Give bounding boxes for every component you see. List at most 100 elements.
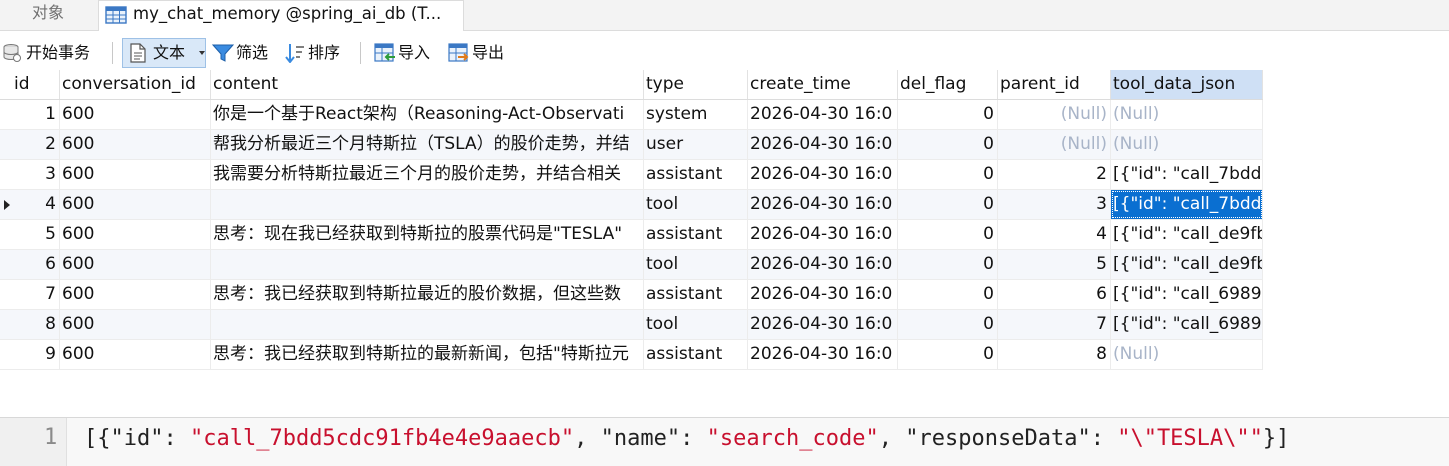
cell-create-time[interactable]: 2026-04-30 16:0 xyxy=(748,190,898,219)
cell-id[interactable]: 4 xyxy=(12,190,60,219)
cell-del-flag[interactable]: 0 xyxy=(898,340,998,369)
cell-tool-data-json[interactable]: (Null) xyxy=(1111,130,1263,159)
cell-tool-data-json[interactable]: (Null) xyxy=(1111,100,1263,129)
cell-tool-data-json[interactable]: [{"id": "call_7bdd xyxy=(1111,160,1263,189)
cell-parent-id[interactable]: 8 xyxy=(998,340,1111,369)
cell-create-time[interactable]: 2026-04-30 16:0 xyxy=(748,340,898,369)
cell-type[interactable]: assistant xyxy=(644,160,748,189)
editor-code-line[interactable]: [{"id": "call_7bdd5cdc91fb4e4e9aaecb", "… xyxy=(84,424,1289,454)
cell-content[interactable]: 帮我分析最近三个月特斯拉（TSLA）的股价走势，并结 xyxy=(211,130,644,159)
cell-conversation-id[interactable]: 600 xyxy=(60,220,211,249)
cell-type[interactable]: user xyxy=(644,130,748,159)
cell-parent-id[interactable]: (Null) xyxy=(998,100,1111,129)
cell-del-flag[interactable]: 0 xyxy=(898,100,998,129)
cell-del-flag[interactable]: 0 xyxy=(898,190,998,219)
cell-conversation-id[interactable]: 600 xyxy=(60,250,211,279)
cell-type[interactable]: assistant xyxy=(644,220,748,249)
cell-type[interactable]: tool xyxy=(644,190,748,219)
cell-create-time[interactable]: 2026-04-30 16:0 xyxy=(748,250,898,279)
column-header-tool-data-json[interactable]: tool_data_json xyxy=(1111,70,1263,99)
cell-del-flag[interactable]: 0 xyxy=(898,160,998,189)
cell-conversation-id[interactable]: 600 xyxy=(60,130,211,159)
cell-tool-data-json[interactable]: [{"id": "call_7bdd xyxy=(1111,190,1263,219)
filter-button[interactable]: 筛选 xyxy=(212,40,278,66)
cell-id[interactable]: 9 xyxy=(12,340,60,369)
column-header-type[interactable]: type xyxy=(644,70,748,99)
tab-objects[interactable]: 对象 xyxy=(0,0,96,30)
cell-create-time[interactable]: 2026-04-30 16:0 xyxy=(748,160,898,189)
cell-content[interactable]: 思考：现在我已经获取到特斯拉的股票代码是"TESLA" xyxy=(211,220,644,249)
cell-create-time[interactable]: 2026-04-30 16:0 xyxy=(748,130,898,159)
table-row[interactable]: 7 600 思考：我已经获取到特斯拉最近的股价数据，但这些数 assistant 202… xyxy=(0,280,1263,310)
tab-table-my-chat-memory[interactable]: my_chat_memory @spring_ai_db (T... xyxy=(98,0,464,31)
cell-content[interactable] xyxy=(211,310,644,339)
cell-conversation-id[interactable]: 600 xyxy=(60,190,211,219)
table-row[interactable]: 9 600 思考：我已经获取到特斯拉的最新新闻，包括"特斯拉元 assistant 20… xyxy=(0,340,1263,370)
cell-create-time[interactable]: 2026-04-30 16:0 xyxy=(748,280,898,309)
cell-parent-id[interactable]: 4 xyxy=(998,220,1111,249)
cell-parent-id[interactable]: 6 xyxy=(998,280,1111,309)
cell-id[interactable]: 8 xyxy=(12,310,60,339)
cell-create-time[interactable]: 2026-04-30 16:0 xyxy=(748,100,898,129)
table-row[interactable]: 5 600 思考：现在我已经获取到特斯拉的股票代码是"TESLA" assistant… xyxy=(0,220,1263,250)
table-row[interactable]: 6 600 tool 2026-04-30 16:0 0 5 [{"id": "call_d… xyxy=(0,250,1263,280)
cell-parent-id[interactable]: 7 xyxy=(998,310,1111,339)
cell-del-flag[interactable]: 0 xyxy=(898,280,998,309)
column-header-content[interactable]: content xyxy=(211,70,644,99)
cell-create-time[interactable]: 2026-04-30 16:0 xyxy=(748,220,898,249)
cell-create-time[interactable]: 2026-04-30 16:0 xyxy=(748,310,898,339)
sort-button[interactable]: 排序 xyxy=(284,40,350,66)
export-button[interactable]: 导出 xyxy=(448,40,514,66)
column-header-parent-id[interactable]: parent_id xyxy=(998,70,1111,99)
cell-parent-id[interactable]: 3 xyxy=(998,190,1111,219)
column-header-create-time[interactable]: create_time xyxy=(748,70,898,99)
cell-content[interactable] xyxy=(211,190,644,219)
cell-id[interactable]: 2 xyxy=(12,130,60,159)
cell-tool-data-json[interactable]: [{"id": "call_de9fb xyxy=(1111,250,1263,279)
column-header-id[interactable]: id xyxy=(12,70,60,99)
cell-id[interactable]: 7 xyxy=(12,280,60,309)
cell-del-flag[interactable]: 0 xyxy=(898,250,998,279)
cell-tool-data-json[interactable]: [{"id": "call_69893 xyxy=(1111,280,1263,309)
cell-type[interactable]: tool xyxy=(644,310,748,339)
cell-type[interactable]: system xyxy=(644,100,748,129)
text-view-button[interactable]: 文本 xyxy=(122,38,206,68)
table-row[interactable]: 2 600 帮我分析最近三个月特斯拉（TSLA）的股价走势，并结 user 2026-0… xyxy=(0,130,1263,160)
cell-conversation-id[interactable]: 600 xyxy=(60,340,211,369)
table-row[interactable]: 8 600 tool 2026-04-30 16:0 0 7 [{"id": "call_6… xyxy=(0,310,1263,340)
column-header-conversation-id[interactable]: conversation_id xyxy=(60,70,211,99)
import-button[interactable]: 导入 xyxy=(374,40,440,66)
chevron-down-icon[interactable] xyxy=(199,51,205,55)
cell-id[interactable]: 5 xyxy=(12,220,60,249)
cell-content[interactable] xyxy=(211,250,644,279)
cell-del-flag[interactable]: 0 xyxy=(898,220,998,249)
table-row[interactable]: 1 600 你是一个基于React架构（Reasoning-Act-Observat… xyxy=(0,100,1263,130)
cell-type[interactable]: tool xyxy=(644,250,748,279)
text-editor[interactable]: 1 [{"id": "call_7bdd5cdc91fb4e4e9aaecb",… xyxy=(0,417,1449,466)
cell-type[interactable]: assistant xyxy=(644,280,748,309)
cell-parent-id[interactable]: (Null) xyxy=(998,130,1111,159)
cell-conversation-id[interactable]: 600 xyxy=(60,280,211,309)
cell-conversation-id[interactable]: 600 xyxy=(60,160,211,189)
cell-parent-id[interactable]: 5 xyxy=(998,250,1111,279)
cell-type[interactable]: assistant xyxy=(644,340,748,369)
cell-content[interactable]: 你是一个基于React架构（Reasoning-Act-Observati xyxy=(211,100,644,129)
table-row[interactable]: 4 600 tool 2026-04-30 16:0 0 3 [{"id": "call_7… xyxy=(0,190,1263,220)
cell-content[interactable]: 我需要分析特斯拉最近三个月的股价走势，并结合相关 xyxy=(211,160,644,189)
cell-del-flag[interactable]: 0 xyxy=(898,310,998,339)
cell-tool-data-json[interactable]: [{"id": "call_de9fb xyxy=(1111,220,1263,249)
cell-tool-data-json[interactable]: (Null) xyxy=(1111,340,1263,369)
cell-id[interactable]: 1 xyxy=(12,100,60,129)
column-header-del-flag[interactable]: del_flag xyxy=(898,70,998,99)
cell-conversation-id[interactable]: 600 xyxy=(60,100,211,129)
begin-transaction-button[interactable]: 开始事务 xyxy=(2,40,106,66)
table-row[interactable]: 3 600 我需要分析特斯拉最近三个月的股价走势，并结合相关 assistant 202… xyxy=(0,160,1263,190)
cell-content[interactable]: 思考：我已经获取到特斯拉的最新新闻，包括"特斯拉元 xyxy=(211,340,644,369)
cell-content[interactable]: 思考：我已经获取到特斯拉最近的股价数据，但这些数 xyxy=(211,280,644,309)
cell-parent-id[interactable]: 2 xyxy=(998,160,1111,189)
cell-tool-data-json[interactable]: [{"id": "call_69893 xyxy=(1111,310,1263,339)
cell-del-flag[interactable]: 0 xyxy=(898,130,998,159)
cell-conversation-id[interactable]: 600 xyxy=(60,310,211,339)
cell-id[interactable]: 6 xyxy=(12,250,60,279)
cell-id[interactable]: 3 xyxy=(12,160,60,189)
